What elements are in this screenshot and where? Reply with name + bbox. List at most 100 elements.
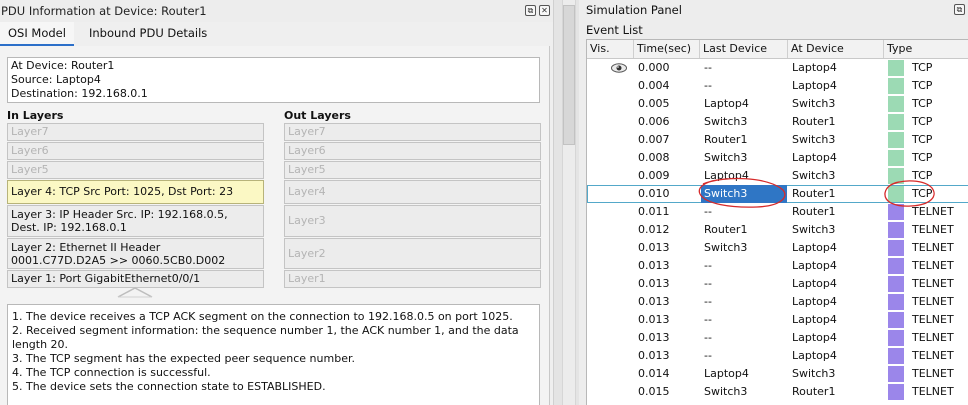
at-device-cell: Laptop4	[792, 79, 837, 92]
type-cell: TCP	[912, 61, 933, 74]
tab-osi-model[interactable]: OSI Model	[0, 22, 74, 46]
description-line: 1. The device receives a TCP ACK segment…	[12, 310, 513, 323]
out-layer-4[interactable]: Layer4	[284, 180, 541, 204]
event-color-swatch[interactable]	[888, 294, 904, 310]
time-cell: 0.010	[638, 187, 670, 200]
table-row[interactable]: 0.008 Switch3 Laptop4 TCP	[587, 149, 968, 167]
scrollbar-thumb[interactable]	[563, 5, 575, 145]
event-color-swatch[interactable]	[888, 276, 904, 292]
collapse-arrow-icon[interactable]	[117, 286, 153, 298]
table-row[interactable]: 0.004 -- Laptop4 TCP	[587, 77, 968, 95]
pdu-tabs: OSI Model Inbound PDU Details	[0, 22, 553, 46]
in-layer-5[interactable]: Layer5	[7, 161, 264, 179]
out-layer-7-label: Layer7	[288, 125, 326, 138]
time-cell: 0.013	[638, 295, 670, 308]
in-layer-4[interactable]: Layer 4: TCP Src Port: 1025, Dst Port: 2…	[7, 180, 264, 204]
last-device-cell: Switch3	[704, 385, 748, 398]
simulation-panel-titlebar: Simulation Panel ⧉	[579, 0, 968, 20]
out-layer-6-label: Layer6	[288, 144, 326, 157]
column-header-type[interactable]: Type	[884, 40, 968, 58]
event-color-swatch[interactable]	[888, 150, 904, 166]
event-color-swatch[interactable]	[888, 312, 904, 328]
restore-icon[interactable]: ⧉	[525, 5, 536, 16]
table-row[interactable]: 0.013 Switch3 Laptop4 TELNET	[587, 239, 968, 257]
last-device-cell: --	[704, 259, 712, 272]
type-cell: TCP	[912, 115, 933, 128]
in-layer-4-label: Layer 4: TCP Src Port: 1025, Dst Port: 2…	[11, 185, 234, 198]
column-header-time[interactable]: Time(sec)	[634, 40, 700, 58]
table-row[interactable]: 0.014 Laptop4 Switch3 TELNET	[587, 365, 968, 383]
at-device-cell: Laptop4	[792, 295, 837, 308]
at-device-cell: Laptop4	[792, 331, 837, 344]
out-layer-5-label: Layer5	[288, 163, 326, 176]
in-layer-6[interactable]: Layer6	[7, 142, 264, 160]
last-device-cell: Switch3	[704, 241, 748, 254]
out-layer-7[interactable]: Layer7	[284, 123, 541, 141]
table-row[interactable]: 0.013 -- Laptop4 TELNET	[587, 257, 968, 275]
table-row[interactable]: 0.013 -- Laptop4 TELNET	[587, 311, 968, 329]
at-device-cell: Router1	[792, 187, 836, 200]
time-cell: 0.006	[638, 115, 670, 128]
event-color-swatch[interactable]	[888, 258, 904, 274]
tab-inbound-pdu-details[interactable]: Inbound PDU Details	[81, 22, 215, 44]
table-row[interactable]: 0.013 -- Laptop4 TELNET	[587, 275, 968, 293]
time-cell: 0.014	[638, 367, 670, 380]
table-row[interactable]: 0.013 -- Laptop4 TELNET	[587, 347, 968, 365]
table-row[interactable]: 0.013 -- Laptop4 TELNET	[587, 329, 968, 347]
at-device-cell: Laptop4	[792, 259, 837, 272]
out-layer-3[interactable]: Layer3	[284, 205, 541, 237]
at-device-cell: Laptop4	[792, 277, 837, 290]
time-cell: 0.013	[638, 277, 670, 290]
in-layer-3[interactable]: Layer 3: IP Header Src. IP: 192.168.0.5,…	[7, 205, 264, 237]
table-row[interactable]: 0.006 Switch3 Router1 TCP	[587, 113, 968, 131]
eye-icon[interactable]	[611, 63, 627, 73]
column-header-vis[interactable]: Vis.	[587, 40, 634, 58]
time-cell: 0.013	[638, 331, 670, 344]
out-layer-5[interactable]: Layer5	[284, 161, 541, 179]
table-row[interactable]: 0.012 Router1 Switch3 TELNET	[587, 221, 968, 239]
table-row[interactable]: 0.007 Router1 Switch3 TCP	[587, 131, 968, 149]
table-row[interactable]: 0.000 -- Laptop4 TCP	[587, 59, 968, 77]
event-color-swatch[interactable]	[888, 366, 904, 382]
time-cell: 0.011	[638, 205, 670, 218]
in-layers-header: In Layers	[7, 109, 64, 122]
in-layer-7[interactable]: Layer7	[7, 123, 264, 141]
close-icon[interactable]: ✕	[539, 5, 550, 16]
out-layers-header: Out Layers	[284, 109, 351, 122]
event-color-swatch[interactable]	[888, 222, 904, 238]
time-cell: 0.013	[638, 259, 670, 272]
type-cell: TELNET	[912, 367, 954, 380]
column-header-last-device[interactable]: Last Device	[700, 40, 788, 58]
out-layer-6[interactable]: Layer6	[284, 142, 541, 160]
event-color-swatch[interactable]	[888, 204, 904, 220]
event-color-swatch[interactable]	[888, 240, 904, 256]
event-color-swatch[interactable]	[888, 96, 904, 112]
out-layer-1[interactable]: Layer1	[284, 270, 541, 288]
event-color-swatch[interactable]	[888, 384, 904, 400]
time-cell: 0.009	[638, 169, 670, 182]
event-color-swatch[interactable]	[888, 330, 904, 346]
event-color-swatch[interactable]	[888, 348, 904, 364]
out-layer-2[interactable]: Layer2	[284, 238, 541, 269]
restore-icon[interactable]: ⧉	[954, 4, 965, 15]
column-header-at-device[interactable]: At Device	[788, 40, 884, 58]
event-color-swatch[interactable]	[888, 168, 904, 184]
last-device-cell: Switch3	[701, 185, 787, 203]
type-cell: TELNET	[912, 223, 954, 236]
event-color-swatch[interactable]	[888, 114, 904, 130]
table-row[interactable]: 0.013 -- Laptop4 TELNET	[587, 293, 968, 311]
event-color-swatch[interactable]	[888, 78, 904, 94]
table-row[interactable]: 0.011 -- Router1 TELNET	[587, 203, 968, 221]
table-row[interactable]: 0.009 Laptop4 Switch3 TCP	[587, 167, 968, 185]
table-row[interactable]: 0.010 Switch3 Router1 TCP	[587, 185, 968, 203]
event-color-swatch[interactable]	[888, 60, 904, 76]
table-row[interactable]: 0.005 Laptop4 Switch3 TCP	[587, 95, 968, 113]
time-cell: 0.013	[638, 241, 670, 254]
event-color-swatch[interactable]	[888, 186, 904, 202]
panel-divider[interactable]	[553, 0, 580, 405]
type-cell: TCP	[912, 151, 933, 164]
in-layer-2[interactable]: Layer 2: Ethernet II Header 0001.C77D.D2…	[7, 238, 264, 269]
last-device-cell: Switch3	[704, 115, 748, 128]
table-row[interactable]: 0.015 Switch3 Router1 TELNET	[587, 383, 968, 401]
event-color-swatch[interactable]	[888, 132, 904, 148]
